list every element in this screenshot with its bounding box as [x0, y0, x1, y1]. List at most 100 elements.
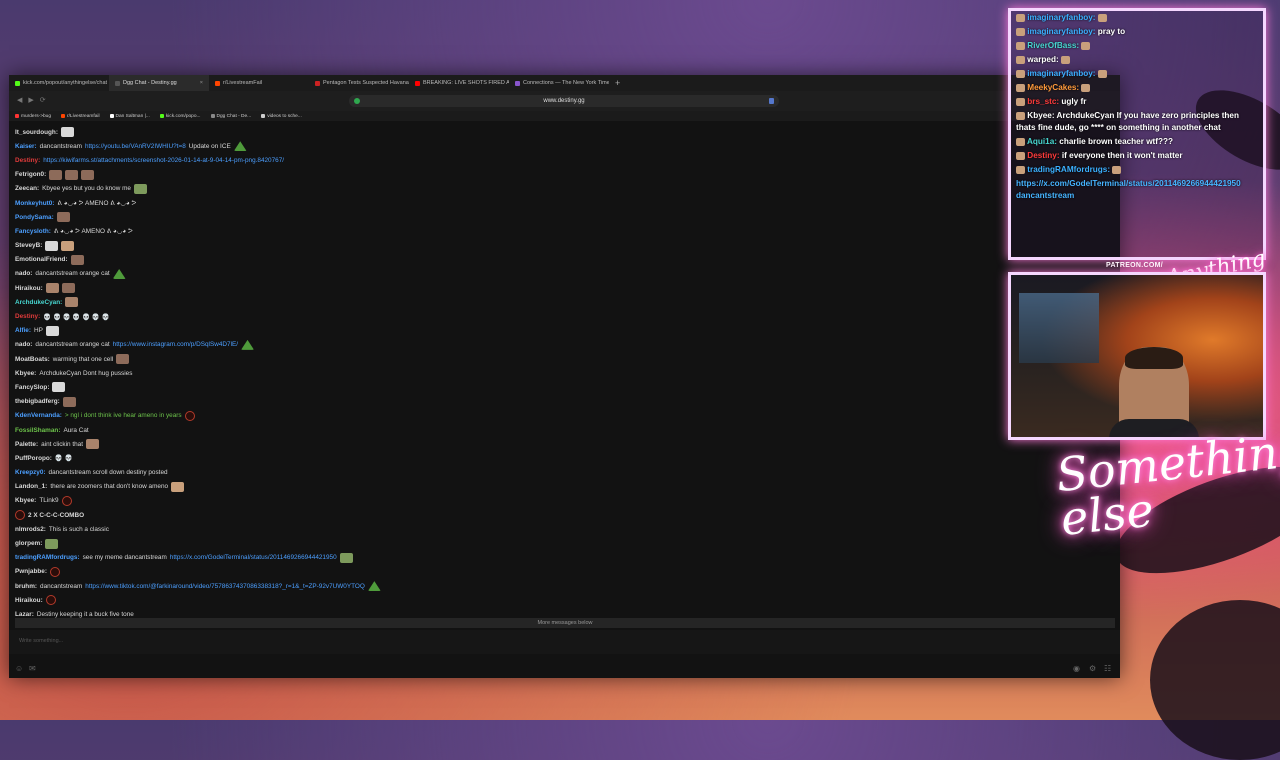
emote-icon — [112, 268, 126, 279]
chat-username[interactable]: SteveyB: — [15, 242, 42, 249]
emote-icon — [1097, 13, 1107, 22]
chat-username[interactable]: Palette: — [15, 441, 38, 448]
overlay-chat-line: imaginaryfanboy: — [1011, 67, 1263, 81]
bookmark-item[interactable]: r/Livestreamfail — [61, 114, 100, 119]
chat-input[interactable]: Write something... — [9, 630, 1120, 654]
chat-username[interactable]: Fetrigon0: — [15, 171, 46, 178]
bookmark-label: videos to sche... — [267, 113, 302, 119]
chat-username[interactable]: Kreepzy0: — [15, 469, 46, 476]
chat-username[interactable]: Alfie: — [15, 327, 31, 334]
emote-icon — [171, 481, 185, 492]
chat-username[interactable]: glorpem: — [15, 540, 42, 547]
chat-username[interactable]: ArchdukeCyan: — [15, 299, 62, 306]
chat-username[interactable]: PondySama: — [15, 214, 54, 221]
chat-username[interactable]: EmotionalFriend: — [15, 256, 68, 263]
whisper-icon[interactable]: ✉ — [29, 664, 36, 673]
chat-username[interactable]: Destiny: — [15, 313, 40, 320]
chat-link[interactable]: https://x.com/GodelTerminal/status/20114… — [170, 554, 337, 561]
address-bar: ◀▶⟳ www.destiny.gg — [9, 91, 1120, 111]
chat-username[interactable]: Hiraikou: — [15, 285, 43, 292]
tab-5[interactable]: Connections — The New York Time — [509, 75, 609, 91]
new-tab-button[interactable]: + — [609, 78, 626, 88]
chat-username[interactable]: bruhm: — [15, 583, 37, 590]
chat-message: thebigbadferg: — [15, 395, 1115, 409]
chat-link[interactable]: https://www.tiktok.com/@farkinaround/vid… — [85, 583, 365, 590]
webcam-feed — [1008, 272, 1266, 440]
chat-message: KdenVernanda: > ngl i dont think ive hear… — [15, 409, 1115, 423]
chat-message: PuffPoropo: 💀 💀 — [15, 451, 1115, 465]
tab-1[interactable]: Dgg Chat - Destiny.gg × — [109, 75, 209, 91]
chat-text: see my meme dancantstream — [82, 554, 167, 562]
emote-icon — [52, 382, 66, 393]
chat-username[interactable]: Kbyee: — [15, 370, 36, 377]
overlay-username: MeekyCakes: — [1025, 83, 1082, 92]
more-messages-bar[interactable]: More messages below — [15, 618, 1115, 628]
chat-username[interactable]: nlmrods2: — [15, 526, 46, 533]
chat-link[interactable]: https://youtu.be/VAnRV2IWHIU?t=8 — [85, 143, 186, 150]
shield-icon[interactable] — [354, 98, 360, 104]
chat-username[interactable]: FancySlop: — [15, 384, 49, 391]
chat-username[interactable]: lt_sourdough: — [15, 129, 58, 136]
emote-icon — [1112, 165, 1122, 174]
overlay-chat-line: imaginaryfanboy: pray to — [1011, 25, 1263, 39]
chat-username[interactable]: thebigbadferg: — [15, 398, 60, 405]
emote-icon — [367, 581, 381, 592]
chat-username[interactable]: Zeecan: — [15, 185, 39, 192]
chat-username[interactable]: Hiraikou: — [15, 597, 43, 604]
tab-label: BREAKING: LIVE SHOTS FIRED At — [423, 80, 509, 86]
bookmark-item[interactable]: videos to sche... — [261, 114, 302, 119]
eye-icon[interactable]: ◉ — [1073, 664, 1080, 673]
bookmark-item[interactable]: Dgg Chat - De... — [210, 114, 251, 119]
emote-icon — [81, 169, 95, 180]
chat-link[interactable]: https://www.instagram.com/p/DSqlSw4D7lE/ — [113, 341, 238, 348]
close-tab-icon[interactable]: × — [200, 80, 203, 86]
chat-username[interactable]: Monkeyhut0: — [15, 200, 54, 207]
users-icon[interactable]: ☷ — [1104, 664, 1111, 673]
chat-username[interactable]: KdenVernanda: — [15, 412, 62, 419]
chat-username[interactable]: Fancysloth: — [15, 228, 51, 235]
emote-icon — [49, 169, 63, 180]
tab-2[interactable]: r/LivestreamFail — [209, 75, 309, 91]
nav-buttons[interactable]: ◀▶⟳ — [17, 96, 52, 104]
chat-text: Destiny keeping it a buck five tone — [36, 610, 134, 618]
overlay-chat-line: Aqui1a: charlie brown teacher wtf??? — [1011, 135, 1263, 149]
chat-username[interactable]: nado: — [15, 270, 32, 277]
chat-message: bruhm: dancantstream https://www.tiktok.co… — [15, 579, 1115, 593]
chat-message: Kbyee: ArchdukeCyan Dont hug pussies — [15, 366, 1115, 380]
extension-icon[interactable] — [769, 98, 774, 104]
chat-text: warming that one cell — [52, 355, 114, 363]
chat-username[interactable]: Kaiser: — [15, 143, 37, 150]
emoji-icon[interactable]: ☺ — [15, 664, 23, 673]
chat-username[interactable]: nado: — [15, 341, 32, 348]
tab-bar: kick.com/popout/anythingelse/chat Dgg Cha… — [9, 75, 1120, 91]
chat-username[interactable]: FossilShaman: — [15, 427, 60, 434]
tab-3[interactable]: Pentagon Tests Suspected Havana — [309, 75, 409, 91]
bookmark-item[interactable]: kick.com/popo... — [159, 114, 201, 119]
chat-message: EmotionalFriend: — [15, 253, 1115, 267]
bookmark-item[interactable]: Dan Saltman |... — [109, 114, 150, 119]
chat-username[interactable]: tradingRAMfordrugs: — [15, 554, 80, 561]
chat-username[interactable]: Landon_1: — [15, 483, 47, 490]
overlay-username: Aqui1a: — [1025, 137, 1060, 146]
tab-4[interactable]: BREAKING: LIVE SHOTS FIRED At — [409, 75, 509, 91]
chat-message: Alfie: HP — [15, 324, 1115, 338]
url-field[interactable]: www.destiny.gg — [349, 95, 779, 107]
emote-icon — [1081, 83, 1091, 92]
chat-username[interactable]: PuffPoropo: — [15, 455, 52, 462]
tab-0[interactable]: kick.com/popout/anythingelse/chat — [9, 75, 109, 91]
overlay-username: imaginaryfanboy: — [1025, 69, 1098, 78]
bookmark-item[interactable]: murders->bug — [15, 114, 51, 119]
chat-message: Kreepzy0: dancantstream scroll down desti… — [15, 466, 1115, 480]
badge-icon — [1016, 97, 1025, 106]
chat-username[interactable]: Kbyee: — [15, 497, 36, 504]
chat-username[interactable]: Pwnjabbe: — [15, 568, 47, 575]
chat-username[interactable]: Lazar: — [15, 611, 34, 618]
chat-username[interactable]: MoatBoats: — [15, 356, 50, 363]
overlay-username: Kbyee: — [1025, 111, 1057, 120]
chat-link[interactable]: https://kiwifarms.st/attachments/screens… — [43, 157, 284, 164]
settings-icon[interactable]: ⚙ — [1089, 664, 1096, 673]
chat-message: SteveyB: — [15, 239, 1115, 253]
tab-label: Dgg Chat - Destiny.gg — [123, 80, 177, 86]
chat-username[interactable]: Destiny: — [15, 157, 40, 164]
chat-message: FossilShaman: Aura Cat — [15, 423, 1115, 437]
